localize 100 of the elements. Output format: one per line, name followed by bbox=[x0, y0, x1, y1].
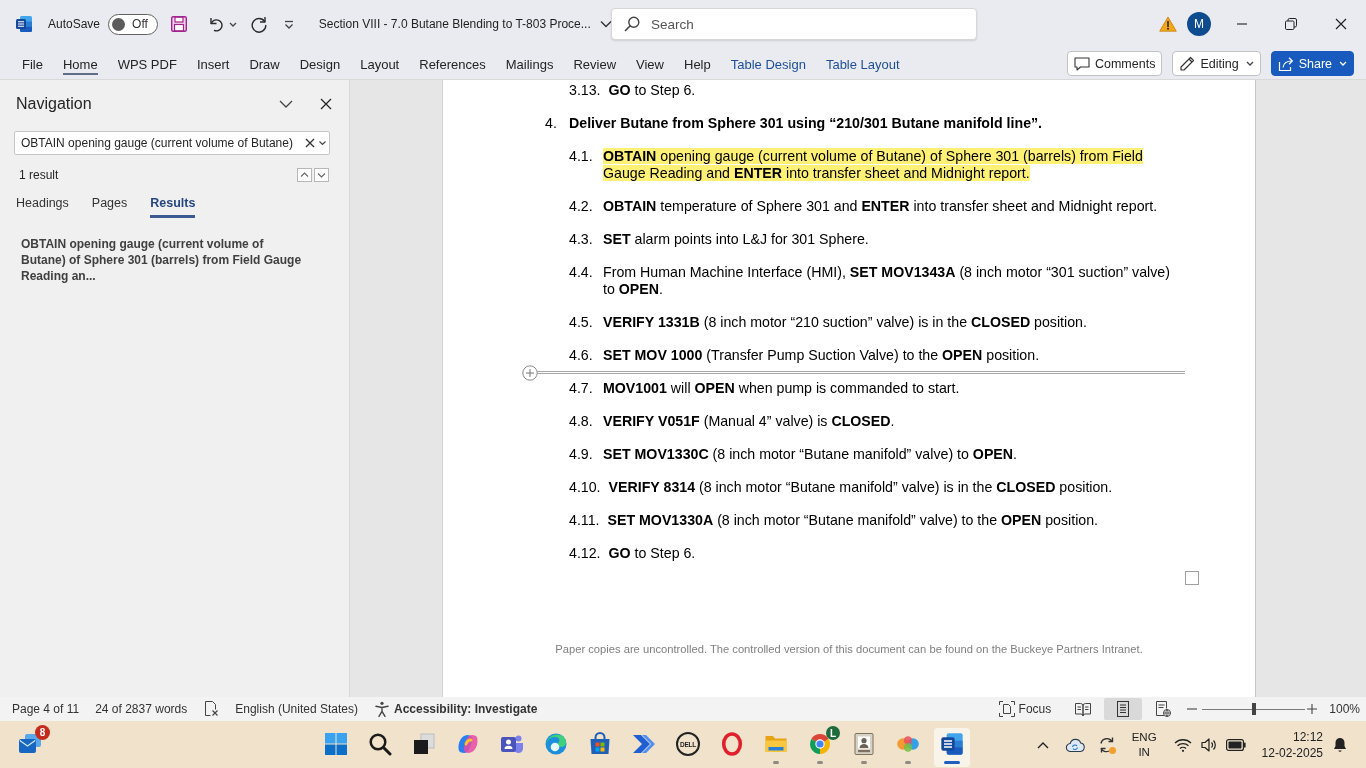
ribbon-tab[interactable]: References bbox=[419, 52, 486, 75]
search-field[interactable]: Search bbox=[611, 8, 977, 40]
step-text: VERIFY 1331B (8 inch motor “210 suction” valve) is in the CLOSED position. bbox=[603, 314, 1087, 331]
page-globe-icon bbox=[1155, 701, 1172, 717]
step-number: 4.2. bbox=[569, 198, 594, 215]
step-text: SET alarm points into L&J for 301 Sphere. bbox=[603, 231, 869, 248]
ribbon-tab[interactable]: Layout bbox=[360, 52, 400, 75]
step-number: 4.7. bbox=[569, 380, 594, 397]
autosave-label: AutoSave bbox=[48, 17, 101, 31]
print-layout-button[interactable] bbox=[1104, 698, 1143, 720]
redo-icon[interactable] bbox=[249, 15, 268, 33]
clock[interactable]: 12:12 12-02-2025 bbox=[1261, 728, 1323, 761]
page-x-icon[interactable] bbox=[203, 701, 220, 717]
step-text: GO to Step 6. bbox=[608, 82, 696, 99]
caret-icon[interactable] bbox=[228, 21, 237, 27]
comments-button[interactable]: Comments bbox=[1066, 51, 1163, 76]
warning-icon[interactable] bbox=[1159, 16, 1177, 32]
speech-bubble-icon bbox=[1073, 56, 1090, 71]
ribbon-tab[interactable]: Review bbox=[573, 52, 617, 75]
undo-icon[interactable] bbox=[207, 16, 224, 32]
step-number: 4.6. bbox=[569, 347, 594, 364]
step-number: 4.4. bbox=[569, 264, 594, 281]
swirl-icon bbox=[456, 732, 480, 756]
cloud-icon[interactable] bbox=[1064, 736, 1085, 753]
restore-icon[interactable] bbox=[1285, 18, 1297, 30]
close-icon[interactable] bbox=[1335, 18, 1347, 30]
ribbon-tab[interactable]: File bbox=[22, 52, 43, 75]
ribbon-tab[interactable]: Home bbox=[62, 52, 98, 75]
autosave-toggle[interactable]: Off bbox=[108, 13, 158, 35]
editing-button[interactable]: Editing bbox=[1172, 51, 1261, 76]
slider-thumb[interactable] bbox=[1251, 703, 1256, 715]
close-icon[interactable] bbox=[305, 138, 315, 148]
square-handle-icon[interactable] bbox=[1185, 570, 1199, 585]
bell-icon[interactable] bbox=[1332, 735, 1348, 754]
web-layout-button[interactable] bbox=[1155, 698, 1172, 720]
ribbon-tab[interactable]: Draw bbox=[249, 52, 280, 75]
page-footer-text: Paper copies are uncontrolled. The controlled version of this document can be found on the Buckeye Partners Intranet. bbox=[554, 641, 1144, 656]
caret-icon bbox=[1245, 61, 1254, 66]
pane-title: Navigation bbox=[16, 95, 93, 113]
account-avatar[interactable]: M bbox=[1187, 12, 1211, 36]
pane-tab[interactable]: Results bbox=[150, 196, 196, 218]
caret-icon[interactable] bbox=[319, 141, 326, 145]
zoom-in-icon[interactable] bbox=[1307, 704, 1318, 714]
chevron-down-icon[interactable] bbox=[279, 100, 293, 108]
step-number: 4.10. bbox=[569, 479, 602, 496]
pane-tab[interactable]: Pages bbox=[91, 196, 128, 218]
step-number: 4.8. bbox=[569, 413, 594, 430]
pane-tab[interactable]: Headings bbox=[16, 196, 69, 218]
share-icon bbox=[1277, 55, 1294, 72]
taskbar-button[interactable] bbox=[934, 728, 970, 767]
step-number: 4.9. bbox=[569, 446, 594, 463]
save-icon[interactable] bbox=[169, 15, 188, 33]
language-button[interactable]: English (United States) bbox=[235, 702, 358, 716]
close-icon[interactable] bbox=[320, 98, 332, 110]
focus-button[interactable]: Focus bbox=[998, 701, 1052, 717]
portrait-frame-icon bbox=[852, 732, 876, 756]
chevron-up-icon[interactable] bbox=[1036, 740, 1049, 749]
step-number: 4.1. bbox=[569, 148, 594, 165]
step-text: VERIFY 8314 (8 inch motor “Butane manifold” valve) is in the CLOSED position. bbox=[608, 479, 1113, 496]
segmented-circle-icon bbox=[808, 732, 832, 756]
ribbon-tab[interactable]: Table Design bbox=[730, 52, 806, 75]
speaker-icon[interactable] bbox=[1199, 736, 1218, 753]
step-text: SET MOV1330C (8 inch motor “Butane manifold” valve) to OPEN. bbox=[603, 446, 1017, 463]
open-book-icon bbox=[1075, 701, 1092, 717]
ribbon-tab[interactable]: Table Layout bbox=[825, 52, 900, 75]
search-result[interactable]: OBTAIN opening gauge (current volume of Butane) of Sphere 301 (barrels) from Field Gauge Reading an... bbox=[21, 236, 305, 284]
step-number: 4.5. bbox=[569, 314, 594, 331]
document-title[interactable]: Section VIII - 7.0 Butane Blending to T-803 Proce... bbox=[318, 17, 612, 31]
chevron-down-icon[interactable] bbox=[314, 168, 329, 182]
customize-icon[interactable] bbox=[283, 19, 294, 29]
search-icon bbox=[368, 732, 392, 756]
step-text: SET MOV1330A (8 inch motor “Butane manifold” valve) to the OPEN position. bbox=[607, 512, 1099, 529]
accessibility-button[interactable]: Accessibility: Investigate bbox=[373, 701, 538, 717]
ribbon-tab[interactable]: WPS PDF bbox=[117, 52, 177, 75]
plus-circle-icon[interactable] bbox=[522, 364, 538, 381]
search-icon bbox=[624, 16, 640, 32]
four-squares-icon bbox=[324, 732, 348, 756]
wifi-icon[interactable] bbox=[1173, 737, 1192, 752]
word-count[interactable]: 24 of 2837 words bbox=[95, 702, 188, 716]
ribbon-tab[interactable]: View bbox=[636, 52, 664, 75]
step-text: SET MOV 1000 (Transfer Pump Suction Valve) to the OPEN position. bbox=[603, 347, 1040, 364]
ribbon-tab[interactable]: Help bbox=[684, 52, 711, 75]
stacked-squares-icon bbox=[412, 732, 436, 756]
search-field[interactable]: OBTAIN opening gauge (current volume of Butane) bbox=[14, 131, 330, 155]
battery-icon[interactable] bbox=[1225, 738, 1246, 751]
ribbon-tab[interactable]: Mailings bbox=[505, 52, 554, 75]
step-text: VERIFY V051F (Manual 4” valve) is CLOSED. bbox=[603, 413, 895, 430]
language-indicator[interactable]: ENG IN bbox=[1131, 729, 1157, 760]
page-count[interactable]: Page 4 of 11 bbox=[12, 702, 80, 716]
step-text: OBTAIN temperature of Sphere 301 and ENTER into transfer sheet and Midnight report. bbox=[603, 198, 1158, 215]
share-button[interactable]: Share bbox=[1270, 51, 1354, 76]
zoom-level[interactable]: 100% bbox=[1329, 702, 1360, 716]
ribbon-tab[interactable]: Design bbox=[299, 52, 341, 75]
step-number: 4. bbox=[545, 115, 558, 132]
taskbar-button[interactable] bbox=[852, 732, 876, 767]
focus-icon bbox=[998, 701, 1015, 717]
pencil-icon bbox=[1179, 55, 1196, 72]
ribbon-tab[interactable]: Insert bbox=[196, 52, 230, 75]
document-tile-icon bbox=[15, 15, 33, 33]
step-text: OBTAIN opening gauge (current volume of Butane) of Sphere 301 (barrels) from Field Gauge Reading and ENTER into transfer sheet and Midnight report. bbox=[603, 148, 1144, 182]
